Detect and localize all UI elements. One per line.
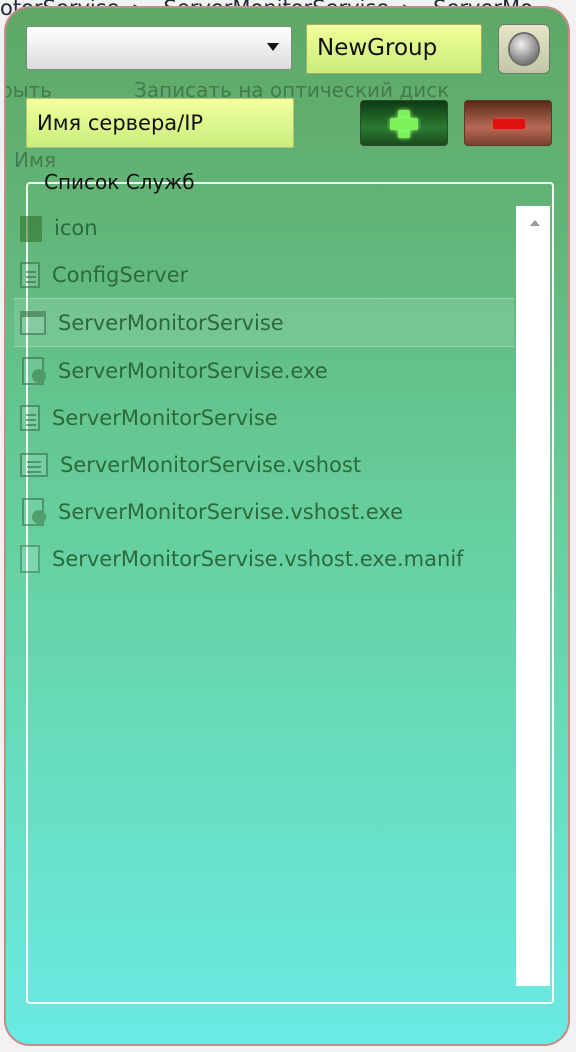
list-item-selected[interactable]: ServerMonitorServise	[14, 298, 514, 347]
settings-button[interactable]	[498, 24, 550, 74]
list-item[interactable]: ServerMonitorServise.vshost.exe.manif	[14, 535, 514, 582]
folder-icon	[20, 216, 42, 242]
config-icon	[20, 452, 48, 477]
chevron-down-icon[interactable]	[267, 43, 279, 51]
remove-server-button[interactable]	[464, 100, 552, 146]
list-item-label: ServerMonitorServise.vshost.exe	[58, 499, 404, 524]
list-item-label: ServerMonitorServise	[52, 405, 278, 430]
scroll-up-arrow-icon[interactable]	[530, 220, 540, 226]
application-icon	[20, 310, 46, 335]
list-item[interactable]: ServerMonitorServise.exe	[14, 347, 514, 394]
list-item-label: icon	[54, 215, 98, 240]
gear-knob-icon	[510, 34, 538, 64]
blank-file-icon	[20, 544, 40, 573]
services-title: Список Служб	[44, 170, 195, 194]
group-select[interactable]	[26, 26, 292, 70]
list-item[interactable]: ServerMonitorServise	[14, 394, 514, 441]
group-name-field[interactable]: NewGroup	[306, 24, 482, 74]
list-item[interactable]: ConfigServer	[14, 251, 514, 298]
server-monitor-gadget: рыть Записать на оптический диск Имя New…	[4, 6, 570, 1046]
vertical-scrollbar[interactable]	[516, 206, 550, 986]
list-item-label: ConfigServer	[52, 262, 189, 287]
exe-icon	[20, 356, 46, 385]
exe-icon	[20, 497, 46, 526]
list-item[interactable]: ServerMonitorServise.vshost.exe	[14, 488, 514, 535]
minus-icon	[493, 119, 525, 129]
plus-icon-bar	[390, 118, 418, 130]
add-server-button[interactable]	[360, 100, 448, 146]
document-icon	[20, 261, 40, 288]
document-icon	[20, 404, 40, 431]
services-list: icon ConfigServer ServerMonitorServise S…	[14, 204, 514, 582]
background-column-name: Имя	[14, 148, 57, 172]
list-item-label: ServerMonitorServise.vshost	[60, 452, 362, 477]
list-item[interactable]: icon	[14, 204, 514, 251]
list-item-label: ServerMonitorServise.exe	[58, 358, 328, 383]
list-item-label: ServerMonitorServise	[58, 310, 284, 335]
list-item[interactable]: ServerMonitorServise.vshost	[14, 441, 514, 488]
server-name-input[interactable]: Имя сервера/IP	[26, 98, 294, 148]
list-item-label: ServerMonitorServise.vshost.exe.manif	[52, 546, 464, 571]
